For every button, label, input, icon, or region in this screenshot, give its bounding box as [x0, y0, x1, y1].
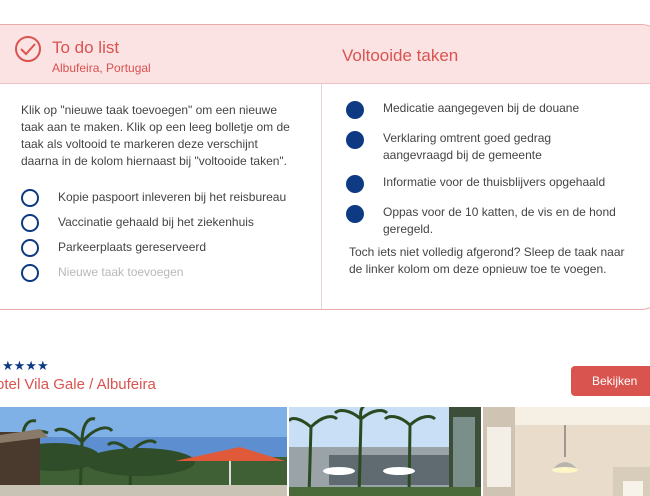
todo-item-label: Kopie paspoort inleveren bij het reisbur…	[58, 190, 287, 204]
empty-circle-icon[interactable]	[21, 239, 39, 257]
check-circle-icon	[15, 36, 41, 62]
completed-task-item[interactable]: Verklaring omtrent goed gedrag aangevraa…	[346, 130, 621, 164]
completed-task-label: Medicatie aangegeven bij de douane	[383, 101, 580, 115]
empty-circle-icon[interactable]	[21, 264, 39, 282]
view-hotel-button[interactable]: Bekijken	[571, 366, 650, 396]
todo-card-header: To do list Albufeira, Portugal Voltooide…	[0, 25, 650, 84]
filled-circle-icon	[346, 131, 364, 149]
empty-circle-icon[interactable]	[21, 189, 39, 207]
todo-location: Albufeira, Portugal	[52, 61, 151, 75]
empty-circle-icon[interactable]	[21, 214, 39, 232]
todo-instructions: Klik op "nieuwe taak toevoegen" om een n…	[21, 103, 290, 168]
completed-task-item[interactable]: Medicatie aangegeven bij de douane	[346, 100, 621, 120]
hotel-star-rating: ★★★★	[2, 358, 49, 373]
column-divider	[321, 83, 322, 309]
completed-task-list: Medicatie aangegeven bij de douane Verkl…	[346, 100, 621, 248]
completed-task-item[interactable]: Oppas voor de 10 katten, de vis en de ho…	[346, 204, 621, 238]
filled-circle-icon	[346, 101, 364, 119]
hotel-photo-pool[interactable]	[0, 407, 287, 496]
todo-card: To do list Albufeira, Portugal Voltooide…	[0, 24, 650, 310]
hotel-photo-room[interactable]	[483, 407, 650, 496]
completed-task-label: Informatie voor de thuisblijvers opgehaa…	[383, 175, 606, 189]
hotel-photo-exterior[interactable]	[289, 407, 481, 496]
todo-item-label: Vaccinatie gehaald bij het ziekenhuis	[58, 215, 254, 229]
completed-task-label: Oppas voor de 10 katten, de vis en de ho…	[383, 205, 616, 236]
completed-task-label: Verklaring omtrent goed gedrag aangevraa…	[383, 131, 552, 162]
filled-circle-icon	[346, 205, 364, 223]
todo-item-label: Parkeerplaats gereserveerd	[58, 240, 207, 254]
filled-circle-icon	[346, 175, 364, 193]
hotel-name[interactable]: otel Vila Gale / Albufeira	[0, 376, 156, 393]
completed-tasks-title: Voltooide taken	[342, 46, 459, 65]
completed-task-item[interactable]: Informatie voor de thuisblijvers opgehaa…	[346, 174, 621, 194]
new-task-input[interactable]: Nieuwe taak toevoegen	[58, 265, 183, 279]
drag-hint: Toch iets niet volledig afgerond? Sleep …	[349, 245, 625, 276]
todo-title: To do list	[52, 38, 120, 57]
